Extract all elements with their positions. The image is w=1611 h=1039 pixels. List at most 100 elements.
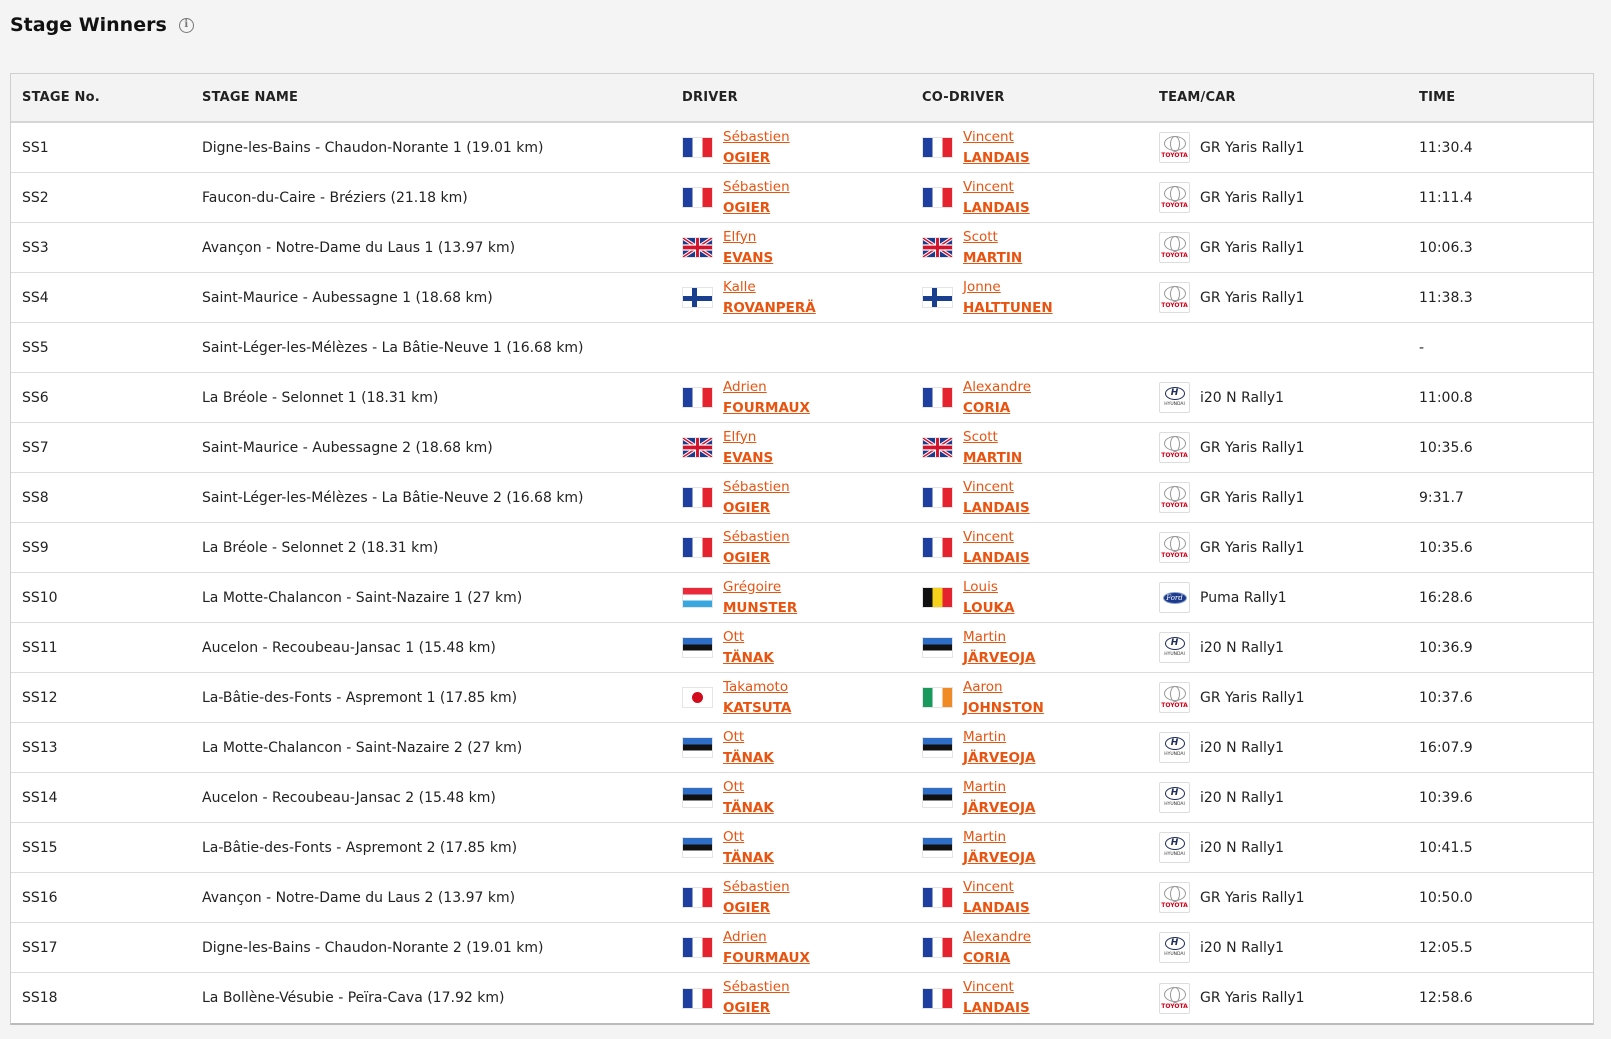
driver-first-name-link[interactable]: Sébastien (723, 977, 790, 998)
codriver-last-name-link[interactable]: LANDAIS (963, 148, 1030, 169)
driver-last-name-link[interactable]: TÄNAK (723, 798, 774, 819)
driver-first-name-link[interactable]: Adrien (723, 377, 810, 398)
info-icon[interactable]: i (178, 17, 194, 33)
driver-first-name-link[interactable]: Ott (723, 727, 774, 748)
car-model: GR Yaris Rally1 (1200, 889, 1305, 906)
driver-first-name-link[interactable]: Elfyn (723, 427, 773, 448)
stage-winners-table: STAGE No. STAGE NAME DRIVER CO-DRIVER TE… (10, 73, 1594, 1025)
codriver-first-name-link[interactable]: Jonne (963, 277, 1053, 298)
driver-cell: Sébastien OGIER (682, 127, 922, 169)
driver-last-name-link[interactable]: TÄNAK (723, 848, 774, 869)
codriver-last-name-link[interactable]: CORIA (963, 398, 1031, 419)
driver-last-name-link[interactable]: MUNSTER (723, 598, 797, 619)
driver-first-name-link[interactable]: Ott (723, 777, 774, 798)
driver-last-name-link[interactable]: FOURMAUX (723, 398, 810, 419)
codriver-first-name-link[interactable]: Martin (963, 777, 1035, 798)
col-header-stage[interactable]: STAGE No. (11, 90, 202, 105)
codriver-flag-ee-icon (922, 737, 953, 758)
codriver-last-name-link[interactable]: LANDAIS (963, 998, 1030, 1019)
codriver-last-name-link[interactable]: JÄRVEOJA (963, 798, 1035, 819)
driver-last-name-link[interactable]: OGIER (723, 498, 790, 519)
codriver-last-name-link[interactable]: LANDAIS (963, 898, 1030, 919)
codriver-last-name-link[interactable]: MARTIN (963, 248, 1022, 269)
driver-first-name-link[interactable]: Adrien (723, 927, 810, 948)
codriver-last-name-link[interactable]: JÄRVEOJA (963, 848, 1035, 869)
driver-last-name-link[interactable]: EVANS (723, 248, 773, 269)
codriver-last-name-link[interactable]: LANDAIS (963, 498, 1030, 519)
driver-first-name-link[interactable]: Sébastien (723, 177, 790, 198)
driver-first-name-link[interactable]: Sébastien (723, 877, 790, 898)
codriver-cell: Vincent LANDAIS (922, 177, 1159, 219)
codriver-flag-fr-icon (922, 137, 953, 158)
col-header-stage-name[interactable]: STAGE NAME (202, 90, 682, 105)
codriver-last-name-link[interactable]: LANDAIS (963, 198, 1030, 219)
driver-flag-ee-icon (682, 637, 713, 658)
stage-name: Avançon - Notre-Dame du Laus 1 (13.97 km… (202, 239, 516, 256)
codriver-first-name-link[interactable]: Vincent (963, 477, 1030, 498)
driver-last-name-link[interactable]: OGIER (723, 998, 790, 1019)
codriver-first-name-link[interactable]: Louis (963, 577, 1014, 598)
driver-first-name-link[interactable]: Sébastien (723, 477, 790, 498)
driver-last-name-link[interactable]: OGIER (723, 148, 790, 169)
driver-first-name-link[interactable]: Ott (723, 627, 774, 648)
codriver-first-name-link[interactable]: Aaron (963, 677, 1044, 698)
driver-flag-fr-icon (682, 487, 713, 508)
codriver-flag-ee-icon (922, 787, 953, 808)
codriver-last-name-link[interactable]: JÄRVEOJA (963, 748, 1035, 769)
codriver-first-name-link[interactable]: Martin (963, 827, 1035, 848)
driver-cell: Ott TÄNAK (682, 727, 922, 769)
toyota-logo-icon: TOYOTA (1159, 682, 1190, 713)
col-header-codriver[interactable]: CO-DRIVER (922, 90, 1159, 105)
codriver-first-name-link[interactable]: Vincent (963, 127, 1030, 148)
table-row: SS13 La Motte-Chalancon - Saint-Nazaire … (11, 723, 1593, 773)
driver-first-name-link[interactable]: Takamoto (723, 677, 791, 698)
codriver-last-name-link[interactable]: LANDAIS (963, 548, 1030, 569)
driver-last-name-link[interactable]: OGIER (723, 548, 790, 569)
col-header-team-car[interactable]: TEAM/CAR (1159, 90, 1419, 105)
stage-number: SS11 (22, 639, 58, 656)
codriver-first-name-link[interactable]: Scott (963, 227, 1022, 248)
codriver-cell: Scott MARTIN (922, 227, 1159, 269)
driver-first-name-link[interactable]: Sébastien (723, 127, 790, 148)
table-row: SS8 Saint-Léger-les-Mélèzes - La Bâtie-N… (11, 473, 1593, 523)
driver-last-name-link[interactable]: ROVANPERÄ (723, 298, 816, 319)
codriver-last-name-link[interactable]: JÄRVEOJA (963, 648, 1035, 669)
driver-last-name-link[interactable]: EVANS (723, 448, 773, 469)
codriver-first-name-link[interactable]: Martin (963, 727, 1035, 748)
car-model: GR Yaris Rally1 (1200, 489, 1305, 506)
driver-last-name-link[interactable]: OGIER (723, 898, 790, 919)
codriver-first-name-link[interactable]: Martin (963, 627, 1035, 648)
col-header-time[interactable]: TIME (1419, 90, 1593, 105)
driver-last-name-link[interactable]: OGIER (723, 198, 790, 219)
stage-name: Saint-Léger-les-Mélèzes - La Bâtie-Neuve… (202, 489, 584, 506)
driver-first-name-link[interactable]: Elfyn (723, 227, 773, 248)
col-header-driver[interactable]: DRIVER (682, 90, 922, 105)
codriver-first-name-link[interactable]: Alexandre (963, 377, 1031, 398)
codriver-last-name-link[interactable]: JOHNSTON (963, 698, 1044, 719)
driver-last-name-link[interactable]: KATSUTA (723, 698, 791, 719)
driver-first-name-link[interactable]: Ott (723, 827, 774, 848)
codriver-last-name-link[interactable]: HALTTUNEN (963, 298, 1053, 319)
codriver-first-name-link[interactable]: Scott (963, 427, 1022, 448)
driver-first-name-link[interactable]: Grégoire (723, 577, 797, 598)
codriver-last-name-link[interactable]: CORIA (963, 948, 1031, 969)
codriver-flag-gb-icon (922, 437, 953, 458)
toyota-logo-icon: TOYOTA (1159, 482, 1190, 513)
car-model: i20 N Rally1 (1200, 639, 1285, 656)
driver-last-name-link[interactable]: TÄNAK (723, 648, 774, 669)
stage-name: La Motte-Chalancon - Saint-Nazaire 1 (27… (202, 589, 523, 606)
codriver-last-name-link[interactable]: MARTIN (963, 448, 1022, 469)
driver-last-name-link[interactable]: FOURMAUX (723, 948, 810, 969)
driver-cell: Adrien FOURMAUX (682, 927, 922, 969)
codriver-first-name-link[interactable]: Vincent (963, 877, 1030, 898)
codriver-first-name-link[interactable]: Vincent (963, 977, 1030, 998)
driver-first-name-link[interactable]: Kalle (723, 277, 816, 298)
stage-name: La Bollène-Vésubie - Peïra-Cava (17.92 k… (202, 990, 505, 1006)
driver-flag-jp-icon (682, 687, 713, 708)
codriver-first-name-link[interactable]: Vincent (963, 177, 1030, 198)
codriver-last-name-link[interactable]: LOUKA (963, 598, 1014, 619)
codriver-first-name-link[interactable]: Alexandre (963, 927, 1031, 948)
driver-last-name-link[interactable]: TÄNAK (723, 748, 774, 769)
driver-first-name-link[interactable]: Sébastien (723, 527, 790, 548)
codriver-first-name-link[interactable]: Vincent (963, 527, 1030, 548)
